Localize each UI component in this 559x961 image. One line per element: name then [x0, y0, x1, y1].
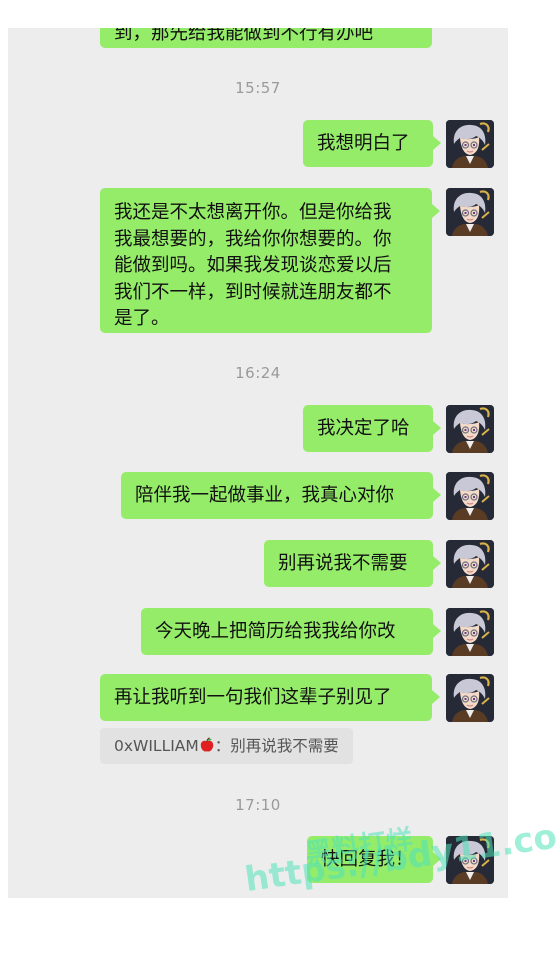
avatar[interactable]	[446, 674, 494, 722]
message-text: 再让我听到一句我们这辈子别见了	[114, 687, 392, 708]
anime-avatar-icon	[446, 120, 494, 168]
anime-avatar-icon	[446, 188, 494, 236]
message-bubble-partial[interactable]: 到，那先给我能做到不行有办吧	[100, 28, 432, 48]
avatar[interactable]	[446, 405, 494, 453]
quoted-message[interactable]: 0xWILLIAM ：别再说我不需要	[100, 728, 353, 764]
message-bubble[interactable]: 我还是不太想离开你。但是你给我 我最想要的，我给你你想要的。你 能做到吗。如果我…	[100, 188, 440, 333]
message-line: 能做到吗。如果我发现谈恋爱以后	[114, 255, 392, 276]
timestamp: 15:57	[235, 79, 281, 97]
message-line: 是了。	[114, 308, 170, 329]
avatar[interactable]	[446, 188, 494, 236]
anime-avatar-icon	[446, 472, 494, 520]
avatar[interactable]	[446, 120, 494, 168]
chat-area[interactable]: 到，那先给我能做到不行有办吧 15:57 我想明白了 我还是不太想离开你。但是你…	[8, 28, 508, 898]
message-bubble[interactable]: 我决定了哈	[303, 405, 441, 452]
anime-avatar-icon	[446, 674, 494, 722]
message-bubble[interactable]: 再让我听到一句我们这辈子别见了	[100, 674, 440, 721]
message-bubble[interactable]: 快回复我！	[307, 836, 441, 883]
message-bubble[interactable]: 别再说我不需要	[264, 540, 441, 587]
message-line: 我还是不太想离开你。但是你给我	[114, 202, 392, 223]
timestamp: 17:10	[235, 796, 281, 814]
quote-text: 别再说我不需要	[230, 737, 339, 755]
message-text: 到，那先给我能做到不行有办吧	[114, 28, 374, 44]
message-text: 陪伴我一起做事业，我真心对你	[135, 485, 395, 506]
message-line: 我最想要的，我给你你想要的。你	[114, 228, 392, 250]
anime-avatar-icon	[446, 836, 494, 884]
message-text: 我想明白了	[317, 133, 410, 154]
message-line: 我们不一样，到时候就连朋友都不	[114, 281, 392, 303]
anime-avatar-icon	[446, 608, 494, 656]
message-text: 我决定了哈	[317, 418, 410, 439]
message-text: 今天晚上把简历给我我给你改	[155, 621, 396, 642]
avatar[interactable]	[446, 836, 494, 884]
message-text: 别再说我不需要	[278, 553, 408, 574]
avatar[interactable]	[446, 472, 494, 520]
quote-separator: ：	[214, 737, 231, 755]
avatar[interactable]	[446, 608, 494, 656]
avatar[interactable]	[446, 540, 494, 588]
message-bubble[interactable]: 今天晚上把简历给我我给你改	[141, 608, 441, 655]
message-text: 快回复我！	[321, 849, 414, 870]
timestamp: 16:24	[235, 364, 281, 382]
message-bubble[interactable]: 陪伴我一起做事业，我真心对你	[121, 472, 441, 519]
anime-avatar-icon	[446, 540, 494, 588]
red-apple-icon	[200, 737, 213, 752]
quote-sender: 0xWILLIAM	[114, 737, 199, 755]
message-bubble[interactable]: 我想明白了	[303, 120, 441, 167]
anime-avatar-icon	[446, 405, 494, 453]
